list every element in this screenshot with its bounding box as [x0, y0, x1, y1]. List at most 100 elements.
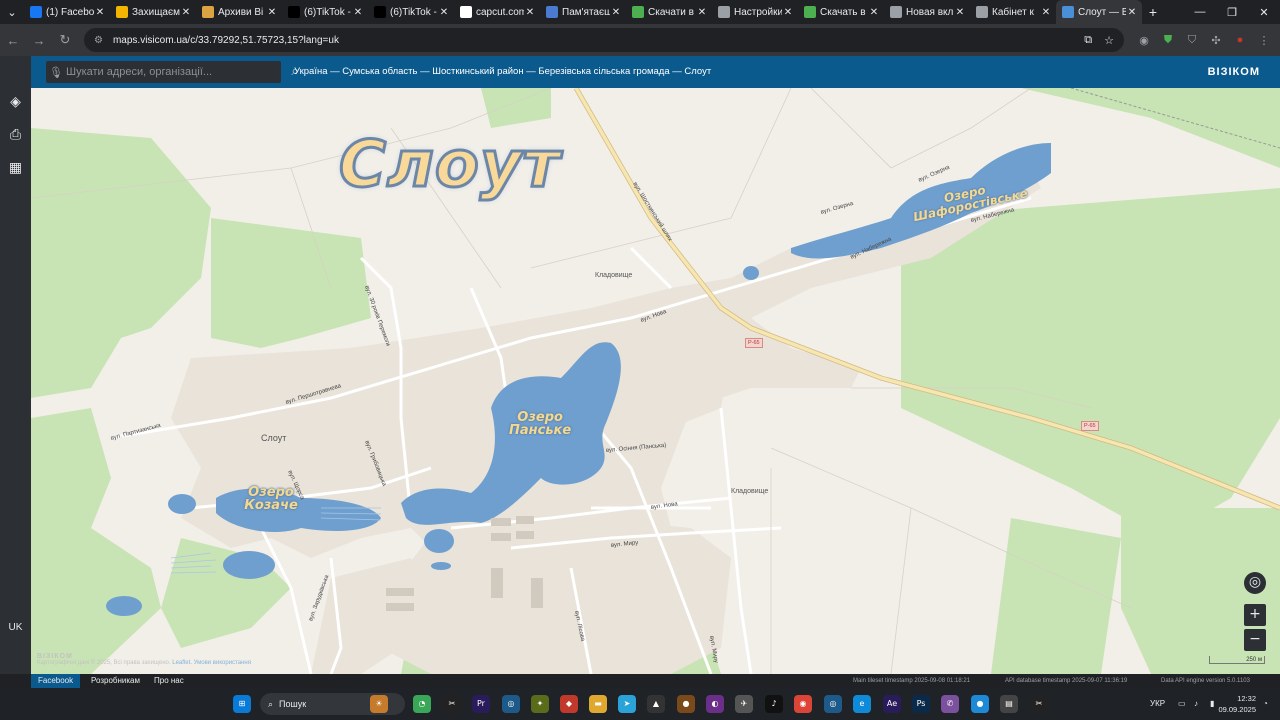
browser-tab[interactable]: Новая вкл ✕ [884, 0, 970, 24]
back-arrow-icon[interactable]: ← [0, 33, 26, 48]
extensions-puzzle-icon[interactable]: ✣ [1204, 34, 1228, 47]
doc-icon [546, 6, 558, 18]
tab-title: Кабінет к [992, 6, 1034, 18]
breadcrumb[interactable]: Україна — Сумська область — Шосткинський… [294, 56, 711, 88]
app-icon[interactable]: ◐ [706, 695, 724, 713]
incognito-extension-icon[interactable]: ◉ [1132, 34, 1156, 47]
zoom-out-button[interactable]: − [1244, 629, 1266, 651]
app-icon[interactable]: ◆ [560, 695, 578, 713]
leaflet-terms-link[interactable]: Leaflet. Умови використання [172, 660, 251, 666]
system-clock[interactable]: 12:32 09.09.2025 [1218, 693, 1256, 715]
browser-tab[interactable]: Настройки ✕ [712, 0, 798, 24]
close-tab-icon[interactable]: ✕ [352, 7, 364, 18]
photoshop-icon[interactable]: Ps [912, 695, 930, 713]
tabs-container: (1) Facebook✕Захищаємо✕Архиви Ві✕(6)TikT… [24, 0, 1142, 24]
route-badge: Р-65 [745, 338, 763, 348]
browser-tab[interactable]: Скачати в ✕ [626, 0, 712, 24]
cemetery-label[interactable]: Кладовище [731, 488, 768, 495]
forward-arrow-icon[interactable]: → [26, 33, 52, 48]
close-tab-icon[interactable]: ✕ [94, 7, 106, 18]
browser-tab[interactable]: capcut.com ✕ [454, 0, 540, 24]
search-box[interactable]: 🎙 Шукати адреси, організації... [46, 61, 281, 83]
print-icon[interactable]: ⎙ [0, 127, 31, 143]
chrome-icon[interactable]: ◉ [794, 695, 812, 713]
battery-icon[interactable]: ▮ [1210, 688, 1214, 720]
browser-tab[interactable]: Захищаємо✕ [110, 0, 196, 24]
app-icon[interactable]: ● [971, 695, 989, 713]
close-tab-icon[interactable]: ✕ [696, 7, 708, 18]
profile-avatar[interactable]: ● [1228, 34, 1252, 46]
browser-tab[interactable]: Пам'ятаєш ✕ [540, 0, 626, 24]
after-effects-icon[interactable]: Ae [883, 695, 901, 713]
locate-me-button[interactable]: ◎ [1244, 572, 1266, 594]
browser-tab[interactable]: Слоут — В ✕ [1056, 0, 1142, 24]
capcut-icon[interactable]: ✂ [443, 695, 461, 713]
close-tab-icon[interactable]: ✕ [438, 7, 450, 18]
restore-icon[interactable]: ❐ [1216, 6, 1248, 19]
browser-tab[interactable]: (1) Facebook✕ [24, 0, 110, 24]
reload-icon[interactable]: ↻ [52, 32, 78, 48]
tab-search-chevron-icon[interactable]: ⌄ [0, 0, 24, 24]
new-tab-button[interactable]: + [1142, 4, 1164, 20]
volume-icon[interactable]: ♪ [1194, 688, 1198, 720]
close-tab-icon[interactable]: ✕ [610, 7, 622, 18]
shield-extension-icon[interactable]: ⛊ [1156, 34, 1180, 47]
notification-bell-icon[interactable]: ◔ [1263, 688, 1268, 720]
close-tab-icon[interactable]: ✕ [266, 7, 278, 18]
directions-icon[interactable]: ◈ [0, 94, 31, 110]
browser-tab[interactable]: Архиви Ві ✕ [196, 0, 282, 24]
adblock-extension-icon[interactable]: ⛉ [1180, 34, 1204, 47]
install-app-icon[interactable]: ⧉ [1084, 34, 1092, 47]
browser-tab[interactable]: Скачать в ✕ [798, 0, 884, 24]
browser-tab[interactable]: (6)TikTok - ✕ [368, 0, 454, 24]
folder-icon[interactable]: ▬ [589, 695, 607, 713]
close-tab-icon[interactable]: ✕ [954, 7, 966, 18]
app-icon[interactable]: ▤ [1000, 695, 1018, 713]
globe-icon[interactable]: ◎ [502, 695, 520, 713]
footer-link-developers[interactable]: Розробникам [91, 674, 140, 688]
premiere-icon[interactable]: Pr [472, 695, 490, 713]
map-left-rail: ◈ ⎙ ▦ UK [0, 56, 31, 674]
close-tab-icon[interactable]: ✕ [1126, 7, 1138, 18]
cemetery-label[interactable]: Кладовище [595, 272, 632, 279]
app-icon[interactable]: ● [677, 695, 695, 713]
close-window-icon[interactable]: ✕ [1248, 6, 1280, 19]
apps-grid-icon[interactable]: ▦ [0, 160, 31, 176]
footer-link-facebook[interactable]: Facebook [31, 674, 81, 688]
footer-link-about[interactable]: Про нас [154, 674, 184, 688]
network-icon[interactable]: ▭ [1178, 688, 1186, 720]
microphone-icon[interactable]: 🎙 [46, 66, 66, 79]
tiktok-icon[interactable]: ♪ [765, 695, 783, 713]
app-icon[interactable]: ✦ [531, 695, 549, 713]
address-bar[interactable]: ⚙ maps.visicom.ua/c/33.79292,51.75723,15… [84, 28, 1124, 52]
close-tab-icon[interactable]: ✕ [782, 7, 794, 18]
minimize-icon[interactable]: — [1184, 6, 1216, 19]
site-info-icon[interactable]: ⚙ [94, 35, 103, 46]
close-tab-icon[interactable]: ✕ [180, 7, 192, 18]
browser-tab[interactable]: Кабінет к ✕ [970, 0, 1056, 24]
language-switch[interactable]: UK [0, 622, 31, 633]
widget-icon[interactable]: ☀ [370, 695, 388, 713]
telegram-icon[interactable]: ➤ [618, 695, 636, 713]
app-icon[interactable]: ▲ [647, 695, 665, 713]
app-icon[interactable]: ✈ [735, 695, 753, 713]
keyboard-language[interactable]: УКР [1150, 688, 1165, 720]
edge-icon[interactable]: e [853, 695, 871, 713]
bookmark-star-icon[interactable]: ☆ [1104, 34, 1114, 47]
village-label[interactable]: Слоут [261, 433, 286, 443]
windows-start-icon[interactable]: ⊞ [233, 695, 251, 713]
map-header: 🎙 Шукати адреси, організації... ⌕ Україн… [31, 56, 1280, 88]
app-icon[interactable]: ◎ [824, 695, 842, 713]
close-tab-icon[interactable]: ✕ [1040, 7, 1052, 18]
close-tab-icon[interactable]: ✕ [524, 7, 536, 18]
browser-tab[interactable]: (6)TikTok - ✕ [282, 0, 368, 24]
visicom-logo[interactable]: ВІЗІКОМ [1208, 56, 1260, 88]
browser-menu-icon[interactable]: ⋮ [1252, 34, 1276, 47]
viber-icon[interactable]: ✆ [941, 695, 959, 713]
zoom-in-button[interactable]: + [1244, 604, 1266, 626]
close-tab-icon[interactable]: ✕ [868, 7, 880, 18]
app-icon[interactable]: ◔ [413, 695, 431, 713]
capcut-icon[interactable]: ✂ [1030, 695, 1048, 713]
search-input[interactable]: Шукати адреси, організації... [66, 66, 212, 78]
map-canvas[interactable]: Слоут Озеро Панське Озеро Козаче Озеро Шафо… [31, 88, 1280, 674]
